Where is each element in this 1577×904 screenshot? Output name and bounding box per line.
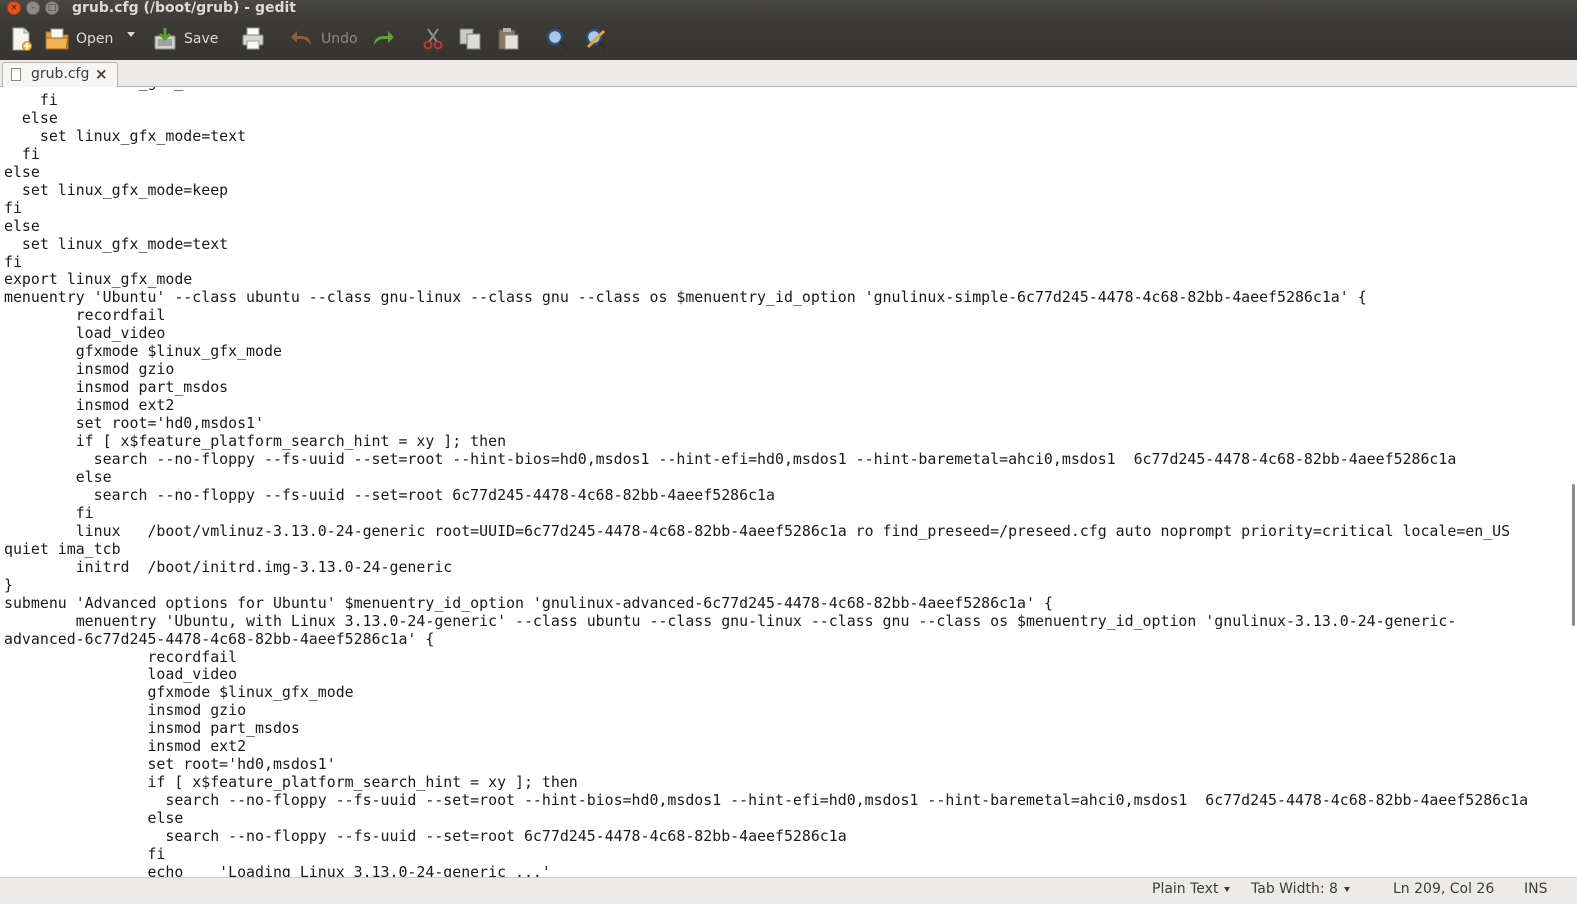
code-line[interactable]: if [ x$feature_platform_search_hint = xy…	[4, 432, 506, 450]
copy-button[interactable]	[457, 24, 483, 54]
document-tab-bar: grub.cfg ×	[0, 60, 1577, 87]
text-file-icon	[11, 68, 21, 81]
new-document-icon	[8, 26, 34, 52]
language-label: Plain Text	[1152, 881, 1219, 897]
text-editor[interactable]: set linux_gfx_mode=text fi else set linu…	[0, 87, 1577, 877]
cursor-position: Ln 209, Col 26	[1393, 881, 1495, 897]
code-line[interactable]: search --no-floppy --fs-uuid --set=root …	[4, 791, 1528, 809]
open-recent-dropdown-icon[interactable]	[127, 32, 135, 37]
code-line[interactable]: echo 'Loading Linux 3.13.0-24-generic ..…	[4, 863, 550, 877]
maximize-window-button[interactable]: □	[45, 1, 59, 15]
code-line[interactable]: else	[4, 809, 183, 827]
code-line[interactable]: insmod ext2	[4, 396, 175, 414]
code-line[interactable]: insmod part_msdos	[4, 719, 299, 737]
undo-label: Undo	[321, 31, 358, 47]
new-document-button[interactable]	[8, 24, 34, 54]
code-line[interactable]: fi	[4, 253, 22, 271]
open-folder-icon	[44, 26, 70, 52]
find-button[interactable]	[544, 24, 570, 54]
minimize-window-button[interactable]: –	[26, 1, 40, 15]
code-line[interactable]: insmod gzio	[4, 360, 175, 378]
redo-button[interactable]	[370, 24, 396, 54]
find-replace-icon	[583, 26, 609, 52]
code-line[interactable]: initrd /boot/initrd.img-3.13.0-24-generi…	[4, 558, 453, 576]
tab-grub-cfg[interactable]: grub.cfg ×	[2, 62, 118, 87]
code-line[interactable]: set root='hd0,msdos1'	[4, 755, 335, 773]
code-line[interactable]: advanced-6c77d245-4478-4c68-82bb-4aeef52…	[4, 630, 434, 648]
code-line[interactable]: fi	[4, 845, 165, 863]
code-line[interactable]: set linux_gfx_mode=text	[4, 235, 228, 253]
chevron-down-icon	[1224, 886, 1231, 892]
insert-mode-indicator: INS	[1524, 881, 1548, 897]
search-icon	[544, 26, 570, 52]
code-line[interactable]: if [ x$feature_platform_search_hint = xy…	[4, 773, 577, 791]
code-line[interactable]: menuentry 'Ubuntu' --class ubuntu --clas…	[4, 288, 1367, 306]
code-line[interactable]: load_video	[4, 324, 166, 342]
toolbar: Open Save Undo	[0, 18, 1577, 60]
code-line[interactable]: else	[4, 109, 58, 127]
open-label: Open	[76, 31, 114, 47]
language-selector[interactable]: Plain Text	[1152, 881, 1231, 897]
code-line[interactable]: recordfail	[4, 648, 237, 666]
scrollbar-thumb[interactable]	[1572, 484, 1575, 626]
code-line[interactable]: load_video	[4, 665, 237, 683]
code-line[interactable]: }	[4, 576, 13, 594]
code-line[interactable]: else	[4, 163, 40, 181]
code-line[interactable]: fi	[4, 504, 94, 522]
code-line[interactable]: insmod ext2	[4, 737, 246, 755]
code-line[interactable]: quiet ima_tcb	[4, 540, 121, 558]
vertical-scrollbar[interactable]	[1563, 87, 1577, 877]
code-line[interactable]: recordfail	[4, 306, 166, 324]
gedit-window: × – □ grub.cfg (/boot/grub) - gedit Open…	[0, 0, 1577, 904]
save-icon	[152, 26, 178, 52]
save-button[interactable]: Save	[152, 24, 218, 54]
title-bar: × – □ grub.cfg (/boot/grub) - gedit	[0, 0, 1577, 18]
tab-label: grub.cfg	[31, 66, 90, 82]
paste-button[interactable]	[495, 24, 521, 54]
code-line[interactable]: set root='hd0,msdos1'	[4, 414, 264, 432]
code-line[interactable]: search --no-floppy --fs-uuid --set=root …	[4, 450, 1457, 468]
status-bar: Plain Text Tab Width: 8 Ln 209, Col 26 I…	[0, 877, 1577, 904]
print-icon	[240, 26, 266, 52]
undo-arrow-icon	[289, 26, 315, 52]
tab-width-label: Tab Width: 8	[1251, 881, 1338, 897]
cut-button[interactable]	[420, 24, 446, 54]
code-line[interactable]: set linux_gfx_mode=keep	[4, 181, 228, 199]
chevron-down-icon	[1343, 886, 1350, 892]
code-line[interactable]: export linux_gfx_mode	[4, 270, 192, 289]
save-label: Save	[184, 31, 219, 47]
scissors-icon	[420, 26, 446, 52]
code-line[interactable]: gfxmode $linux_gfx_mode	[4, 683, 353, 701]
window-title: grub.cfg (/boot/grub) - gedit	[72, 0, 296, 16]
open-button[interactable]: Open	[44, 24, 113, 54]
print-button[interactable]	[240, 24, 266, 54]
code-line[interactable]: fi	[4, 199, 22, 217]
code-line[interactable]: menuentry 'Ubuntu, with Linux 3.13.0-24-…	[4, 612, 1457, 630]
code-line[interactable]: gfxmode $linux_gfx_mode	[4, 342, 282, 360]
copy-icon	[457, 26, 483, 52]
tab-close-icon[interactable]: ×	[95, 65, 108, 83]
code-line[interactable]: else	[4, 468, 112, 486]
code-line[interactable]: else	[4, 217, 40, 235]
code-line[interactable]: submenu 'Advanced options for Ubuntu' $m…	[4, 594, 1053, 612]
undo-button[interactable]: Undo	[289, 24, 358, 54]
close-window-button[interactable]: ×	[7, 1, 21, 15]
tab-width-selector[interactable]: Tab Width: 8	[1251, 881, 1350, 897]
find-replace-button[interactable]	[583, 24, 609, 54]
code-line[interactable]: linux /boot/vmlinuz-3.13.0-24-generic ro…	[4, 522, 1510, 540]
code-line[interactable]: insmod part_msdos	[4, 378, 228, 396]
paste-clipboard-icon	[495, 26, 521, 52]
code-line[interactable]: search --no-floppy --fs-uuid --set=root …	[4, 827, 846, 845]
code-line[interactable]: set linux_gfx_mode=text	[4, 127, 246, 145]
code-line[interactable]: fi	[4, 145, 40, 163]
editor-text[interactable]: set linux_gfx_mode=text fi else set linu…	[4, 87, 1528, 877]
code-line[interactable]: search --no-floppy --fs-uuid --set=root …	[4, 486, 775, 504]
redo-arrow-icon	[370, 26, 396, 52]
code-line[interactable]: fi	[4, 91, 58, 109]
code-line[interactable]: insmod gzio	[4, 701, 246, 719]
